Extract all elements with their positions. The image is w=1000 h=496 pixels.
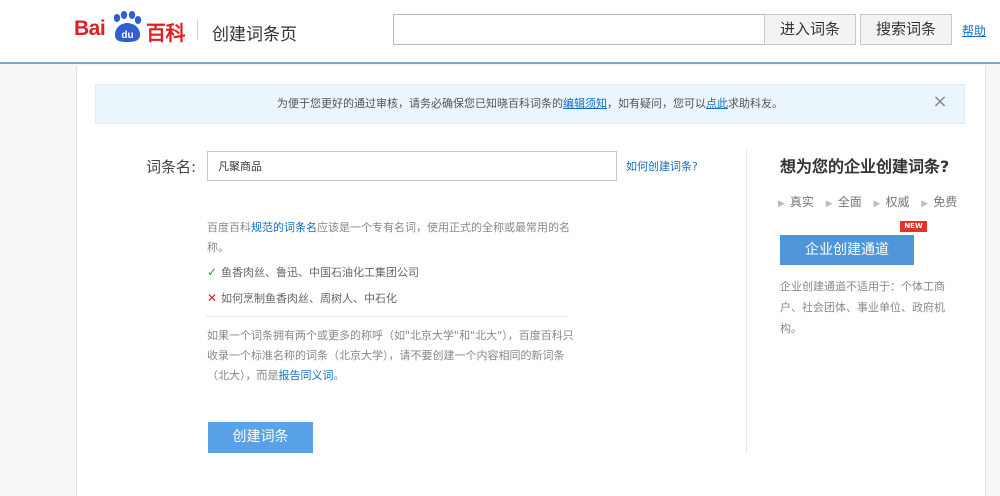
notice-text-after: 求助科友。 (728, 97, 783, 110)
cross-icon: ✕ (207, 291, 218, 305)
new-badge: NEW (900, 221, 927, 232)
feature-list: ▶ 真实 ▶ 全面 ▶ 权威 ▶ 免费 (778, 193, 965, 210)
edit-guide-link[interactable]: 编辑须知 (563, 97, 607, 110)
search-input[interactable] (393, 14, 765, 45)
divider (207, 316, 567, 317)
search-entry-button[interactable]: 搜索词条 (860, 14, 952, 45)
good-example-text: 鱼香肉丝、鲁迅、中国石油化工集团公司 (221, 266, 419, 279)
standard-name-link[interactable]: 规范的词条名 (251, 221, 317, 234)
top-header: Bai du 百科 创建词条页 进入词条 搜索词条 帮助 (0, 0, 1000, 64)
feature-item: 免费 (933, 195, 958, 209)
page-title: 创建词条页 (212, 25, 297, 45)
bad-example: ✕ 如何烹制鱼香肉丝、周树人、中石化 (207, 290, 397, 306)
guide2-text: 如果一个词条拥有两个或更多的称呼（如"北京大学"和"北大"），百度百科只收录一个… (207, 329, 574, 382)
help-link[interactable]: 帮助 (962, 22, 986, 39)
feature-item: 权威 (885, 195, 910, 209)
notice-text-middle: ，如有疑问，您可以 (607, 97, 706, 110)
header-divider (197, 20, 198, 40)
synonym-guide-text: 如果一个词条拥有两个或更多的称呼（如"北京大学"和"北大"），百度百科只收录一个… (207, 326, 577, 386)
arrow-icon: ▶ (873, 199, 881, 209)
bad-example-text: 如何烹制鱼香肉丝、周树人、中石化 (221, 292, 397, 305)
entry-name-label: 词条名: (146, 158, 197, 176)
check-icon: ✓ (207, 265, 218, 279)
paw-logo-icon: du (113, 11, 142, 42)
ask-help-link[interactable]: 点此 (706, 97, 728, 110)
notice-bar: 为便于您更好的通过审核，请务必确保您已知晓百科词条的编辑须知，如有疑问，您可以点… (95, 84, 965, 124)
how-to-create-link[interactable]: 如何创建词条? (626, 158, 698, 174)
logo-text-baike: 百科 (146, 23, 186, 45)
naming-guide-text: 百度百科规范的词条名应该是一个专有名词，使用正式的全称或最常用的名称。 (207, 218, 577, 258)
logo-paw-text: du (121, 30, 133, 41)
enterprise-title: 想为您的企业创建词条? (780, 157, 950, 176)
report-synonym-link[interactable]: 报告同义词 (279, 369, 334, 382)
enterprise-create-button[interactable]: 企业创建通道 (780, 235, 914, 265)
feature-item: 真实 (789, 195, 814, 209)
feature-item: 全面 (837, 195, 862, 209)
good-example: ✓ 鱼香肉丝、鲁迅、中国石油化工集团公司 (207, 264, 419, 280)
guide2-end: 。 (333, 369, 345, 382)
vertical-divider (746, 150, 747, 453)
notice-text-before: 为便于您更好的通过审核，请务必确保您已知晓百科词条的 (277, 97, 563, 110)
baidu-baike-logo[interactable]: Bai du 百科 (74, 11, 194, 47)
enter-entry-button[interactable]: 进入词条 (764, 14, 856, 45)
guide1-before: 百度百科 (207, 221, 251, 234)
arrow-icon: ▶ (921, 199, 929, 209)
logo-text-bai: Bai (74, 17, 106, 40)
arrow-icon: ▶ (778, 199, 785, 209)
create-entry-button[interactable]: 创建词条 (208, 422, 313, 453)
close-icon[interactable]: × (932, 93, 948, 111)
arrow-icon: ▶ (825, 199, 833, 209)
entry-name-input[interactable] (207, 151, 617, 181)
enterprise-description: 企业创建通道不适用于：个体工商户、社会团体、事业单位、政府机构。 (780, 280, 945, 335)
